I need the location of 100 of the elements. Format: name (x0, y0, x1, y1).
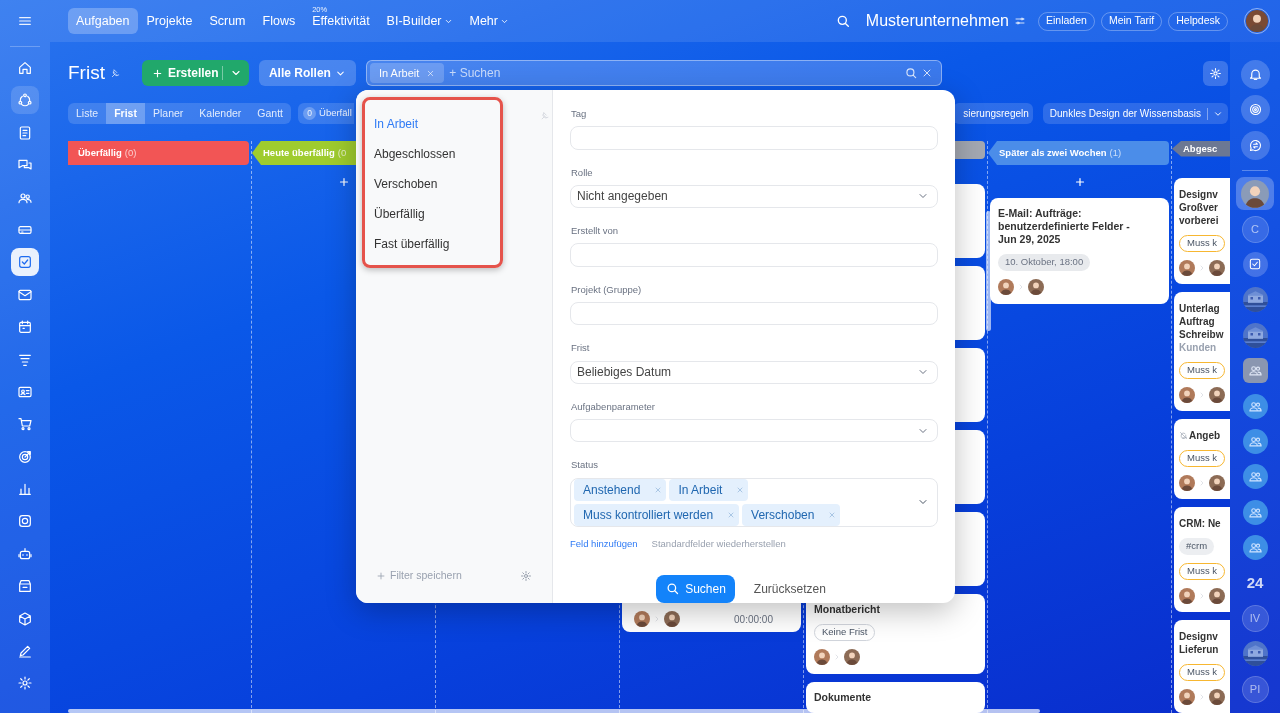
search-icon (903, 66, 918, 80)
preset-item[interactable]: Abgeschlossen (365, 139, 500, 169)
toolbar-button[interactable]: sierungsregeln (953, 103, 1033, 124)
card-title[interactable]: Monatbericht (814, 603, 900, 616)
view-tab[interactable]: Planer (144, 103, 192, 124)
sidebar-button[interactable]: IV (1236, 601, 1274, 635)
cube-icon (17, 610, 33, 627)
field-label: Status (571, 458, 599, 473)
avatar (634, 611, 650, 627)
target-icon (17, 448, 33, 465)
task-card[interactable]: Designv Lieferun Muss k (1174, 620, 1230, 713)
status-field[interactable]: Anstehend In Arbeit Muss kontrolliert werden Verschoben (570, 477, 938, 527)
company-name[interactable]: Musterunternehmen (865, 9, 1009, 33)
calendar-icon (17, 319, 33, 336)
save-filter-link[interactable]: Filter speichern (390, 568, 462, 584)
chat-icon (1247, 137, 1263, 153)
nav-tab[interactable]: Aufgaben (68, 8, 138, 34)
status-chip[interactable]: Muss kontrolliert werden (574, 503, 740, 526)
view-tab[interactable]: Frist (106, 103, 145, 124)
task-card[interactable]: E-Mail: Aufträge: benutzerdefinierte Felder - Jun 29, 2025 10. Oktober, 18:00 (990, 198, 1169, 304)
avatar (1241, 179, 1269, 208)
remove-icon (654, 485, 663, 494)
create-label[interactable]: Erstellen (167, 64, 219, 82)
chevron-icon (1198, 693, 1206, 701)
field-label: Projekt (Gruppe) (571, 282, 643, 297)
pin-icon (540, 111, 550, 121)
task-card[interactable]: CRM: Ne #crm Muss k (1174, 507, 1230, 612)
pen-icon (17, 643, 33, 660)
settings-icon (520, 570, 532, 583)
sidebar-button[interactable]: PI (1236, 672, 1274, 706)
task-card[interactable]: Angeb Muss k (1174, 419, 1230, 499)
pin-icon (109, 67, 121, 79)
sidebar-button[interactable]: 24 (1236, 566, 1274, 600)
group-icon (1247, 540, 1263, 556)
nav-tab[interactable]: Scrum (201, 8, 254, 34)
toolbar-button[interactable]: Dunkles Design der Wissensbasis (1042, 103, 1228, 124)
column-count: (0 (337, 145, 347, 160)
avatar (814, 649, 830, 665)
chevron-icon (653, 615, 661, 623)
avatar-initials: C (1242, 216, 1268, 242)
dropdown[interactable]: Beliebiges Datum (570, 360, 938, 384)
preset-item[interactable]: Überfällig (365, 199, 500, 229)
card-title[interactable]: Dokumente (814, 691, 892, 704)
chevron-icon (1198, 391, 1206, 399)
nav-tab[interactable]: BI-Builder (378, 8, 461, 34)
restore-fields-link[interactable]: Standardfelder wiederherstellen (651, 536, 786, 551)
card-tag: #crm (1179, 538, 1215, 555)
sidebar-button[interactable] (1236, 177, 1274, 211)
status-chip[interactable]: Anstehend (574, 478, 667, 501)
card-title[interactable]: Designv Großver vorberei (1179, 188, 1219, 227)
card-title[interactable]: E-Mail: Aufträge: benutzerdefinierte Felder - Jun 29, 2025 (998, 207, 1161, 246)
card-title[interactable]: Designv Lieferun (1179, 630, 1219, 656)
task-card[interactable]: Monatbericht Keine Frist (806, 594, 985, 674)
card-title[interactable]: Angeb (1189, 429, 1221, 442)
chevron-icon (1198, 264, 1206, 272)
input-field[interactable] (570, 302, 938, 326)
column-count: (0) (124, 145, 137, 160)
page-title: Frist (68, 60, 105, 85)
overdue-button[interactable]: 0 Überfäll (298, 103, 354, 124)
add-field-link[interactable]: Feld hinzufügen (570, 536, 638, 551)
task-card[interactable]: Unterlag Auftrag Schreibw Kunden Muss k (1174, 292, 1230, 411)
input-field[interactable] (570, 243, 938, 267)
sidebar-button[interactable] (11, 86, 39, 115)
card-title[interactable]: Unterlag Auftrag Schreibw (1179, 302, 1224, 341)
field-label: Frist (571, 341, 591, 356)
view-tab[interactable]: Kalender (191, 103, 250, 124)
column-title: Später als zwei Wochen (999, 145, 1107, 160)
card-title[interactable]: CRM: Ne (1179, 517, 1221, 530)
status-chip[interactable]: Verschoben (742, 503, 841, 526)
create-button[interactable]: Erstellen (141, 60, 249, 86)
sidebar-button[interactable] (11, 248, 39, 277)
filter-chip[interactable]: In Arbeit (369, 63, 445, 83)
settings-button[interactable] (1203, 60, 1228, 86)
avatar (664, 611, 680, 627)
preset-item[interactable]: Fast überfällig (365, 229, 500, 259)
nav-tab[interactable]: Projekte (138, 8, 201, 34)
remove-icon (828, 510, 837, 519)
view-tab[interactable]: Liste (68, 103, 107, 124)
overdue-label[interactable]: Überfäll (319, 106, 352, 121)
avatar (1209, 689, 1225, 705)
ring-icon (17, 513, 33, 530)
nav-tab[interactable]: Mehr (461, 8, 517, 34)
preset-item[interactable]: In Arbeit (365, 109, 500, 139)
status-chip[interactable]: In Arbeit (669, 478, 749, 501)
preset-item[interactable]: Verschoben (365, 169, 500, 199)
count-badge: 0 (303, 107, 317, 120)
search-button[interactable]: Suchen (656, 574, 735, 603)
nav-tab[interactable]: Flows (254, 8, 304, 34)
scrollbar[interactable] (68, 709, 1040, 713)
role-filter[interactable]: Alle Rollen (258, 60, 356, 86)
column-title: Abgesc (1183, 141, 1218, 156)
task-card[interactable]: Designv Großver vorberei Muss k (1174, 178, 1230, 284)
dropdown[interactable]: Nicht angegeben (570, 184, 938, 209)
view-tab[interactable]: Gantt (249, 103, 292, 124)
avatar (1179, 387, 1195, 403)
sidebar-button[interactable]: C (1236, 212, 1274, 246)
column-title: Heute überfällig (263, 145, 335, 160)
search-field[interactable]: In Arbeit + Suchen (365, 60, 942, 86)
chevron-icon (833, 653, 841, 661)
input-field[interactable] (570, 126, 938, 150)
